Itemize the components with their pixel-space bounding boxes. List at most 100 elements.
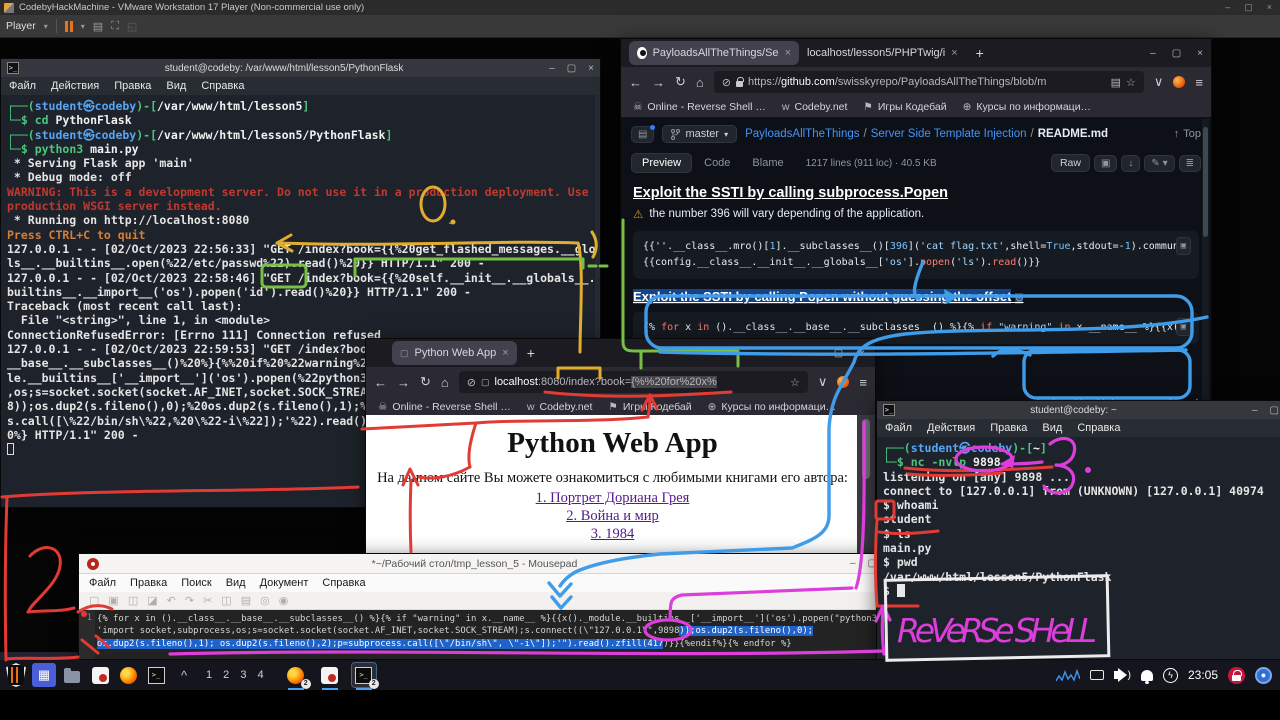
back-icon[interactable]: ← <box>374 375 387 390</box>
breadcrumb-folder[interactable]: Server Side Template Injection <box>871 128 1027 140</box>
mousepad-titlebar[interactable]: *~/Рабочий стол/tmp_lesson_5 - Mousepad … <box>79 554 885 574</box>
code-block-subprocess[interactable]: ▣{{''.__class__.mro()[1].__subclasses__(… <box>633 231 1199 279</box>
home-icon[interactable]: ⌂ <box>696 75 704 90</box>
bookmark-item[interactable]: ⚑Игры Кодебай <box>608 401 691 413</box>
mousepad-editor[interactable]: 1 {% for x in ().__class__.__base__.__su… <box>79 610 885 659</box>
copy-icon[interactable]: ▣ <box>1176 237 1191 255</box>
ctrl-alt-del-icon[interactable]: ▤ <box>93 20 103 33</box>
minimize-button[interactable]: – <box>1252 405 1258 416</box>
sidebar-toggle-icon[interactable]: ▤ <box>631 126 654 143</box>
menu-item[interactable]: Документ <box>260 577 309 589</box>
firefox-launcher[interactable] <box>116 663 140 687</box>
reader-view-icon[interactable]: ▤ <box>1111 76 1121 89</box>
suspend-button[interactable] <box>65 21 73 32</box>
minimize-button[interactable]: – <box>850 558 856 569</box>
terminal2-titlebar[interactable]: >_ student@codeby: ~ – ▢ <box>877 401 1280 419</box>
back-icon[interactable]: ← <box>629 75 642 90</box>
bookmark-item[interactable]: ☠Online - Reverse Shell … <box>633 101 766 113</box>
kali-menu[interactable] <box>4 663 28 687</box>
cut-icon[interactable]: ✂ <box>203 594 212 607</box>
menu-item[interactable]: Действия <box>51 80 99 92</box>
home-icon[interactable]: ⌂ <box>441 375 449 390</box>
reload-icon[interactable]: ↻ <box>420 374 431 390</box>
file-manager[interactable]: ▦ <box>32 663 56 687</box>
window-mousepad[interactable] <box>318 663 342 687</box>
top-link[interactable]: Top <box>1183 128 1201 140</box>
open-file-icon[interactable]: ▣ <box>108 594 118 607</box>
undo-icon[interactable]: ↶ <box>167 594 176 607</box>
minimize-button[interactable]: – <box>549 63 555 74</box>
copy-icon[interactable]: ▣ <box>1176 318 1191 336</box>
copy-icon[interactable]: ◫ <box>221 594 231 607</box>
outline-icon[interactable]: ≣ <box>1179 155 1201 172</box>
close-button[interactable]: × <box>588 63 594 74</box>
save-as-icon[interactable]: ◪ <box>147 594 157 607</box>
menu-item[interactable]: Справка <box>1077 422 1120 434</box>
menu-item[interactable]: Справка <box>322 577 365 589</box>
menu-item[interactable]: Файл <box>885 422 912 434</box>
bookmark-star-icon[interactable]: ☆ <box>1126 76 1136 89</box>
menu-item[interactable]: Вид <box>166 80 186 92</box>
display-icon[interactable] <box>1090 670 1104 680</box>
maximize-button[interactable]: ▢ <box>567 63 576 74</box>
reload-icon[interactable]: ↻ <box>675 74 686 90</box>
notifications-bell-icon[interactable] <box>1141 670 1153 681</box>
updater-icon[interactable]: ● <box>1255 667 1272 684</box>
menu-item[interactable]: Правка <box>990 422 1027 434</box>
bookmark-item[interactable]: wCodeby.net <box>782 101 848 113</box>
maximize-button[interactable]: ▢ <box>1172 48 1181 59</box>
menu-item[interactable]: Правка <box>114 80 151 92</box>
menu-item[interactable]: Правка <box>130 577 167 589</box>
menu-item[interactable]: Справка <box>201 80 244 92</box>
close-button[interactable]: × <box>1197 48 1203 59</box>
url-bar[interactable]: ⊘ ▢ localhost:8080/index?book={%%20for%2… <box>459 371 808 393</box>
tab-close-icon[interactable]: × <box>951 47 957 59</box>
vmware-maximize-button[interactable]: ▢ <box>1244 2 1253 13</box>
tab-preview[interactable]: Preview <box>631 153 692 173</box>
replace-icon[interactable]: ◉ <box>279 594 289 607</box>
screen-lock-icon[interactable] <box>1228 667 1245 684</box>
breadcrumb-repo[interactable]: PayloadsAllTheThings <box>745 128 859 140</box>
mousepad-launcher[interactable] <box>88 663 112 687</box>
copy-raw-icon[interactable]: ▣ <box>1094 155 1117 172</box>
tab-close-icon[interactable]: × <box>502 347 508 359</box>
power-icon[interactable]: ϟ <box>1163 668 1178 683</box>
minimize-button[interactable]: – <box>812 348 818 359</box>
extension-icon[interactable] <box>1173 76 1185 88</box>
new-tab-button[interactable]: + <box>527 345 535 361</box>
find-icon[interactable]: ◎ <box>260 594 270 607</box>
menu-hamburger-icon[interactable]: ≡ <box>1195 75 1203 90</box>
anchor-link-icon[interactable]: ⊙ <box>1015 293 1023 304</box>
tab-python-web-app[interactable]: ▢ Python Web App × <box>392 341 517 365</box>
player-menu-caret-icon[interactable]: ▾ <box>44 22 48 31</box>
tab-blame[interactable]: Blame <box>742 154 793 172</box>
new-file-icon[interactable]: ▢ <box>89 594 99 607</box>
menu-item[interactable]: Вид <box>1042 422 1062 434</box>
menu-item[interactable]: Файл <box>9 80 36 92</box>
menu-hamburger-icon[interactable]: ≡ <box>859 375 867 390</box>
download-icon[interactable]: ↓ <box>1121 155 1140 172</box>
new-tab-button[interactable]: + <box>976 45 984 61</box>
window-terminal[interactable]: >_2 <box>352 663 376 687</box>
maximize-button[interactable]: ▢ <box>834 348 843 359</box>
volume-icon[interactable]: ) <box>1114 668 1131 682</box>
raw-button[interactable]: Raw <box>1051 154 1090 172</box>
paste-icon[interactable]: ▤ <box>241 594 251 607</box>
vmware-close-button[interactable]: × <box>1267 2 1272 13</box>
redo-icon[interactable]: ↷ <box>185 594 194 607</box>
tab-close-icon[interactable]: × <box>785 47 791 59</box>
close-button[interactable]: × <box>859 348 865 359</box>
url-bar[interactable]: ⊘ https://github.com/swisskyrepo/Payload… <box>714 71 1144 93</box>
branch-select[interactable]: master ▾ <box>662 125 737 143</box>
suspend-caret-icon[interactable]: ▾ <box>81 22 85 31</box>
window-firefox[interactable]: 2 <box>284 663 308 687</box>
menu-item[interactable]: Файл <box>89 577 116 589</box>
menu-item[interactable]: Поиск <box>181 577 211 589</box>
bookmark-star-icon[interactable]: ☆ <box>790 376 800 389</box>
bookmark-item[interactable]: ☠Online - Reverse Shell … <box>378 401 511 413</box>
tab-payloadsallthethings[interactable]: PayloadsAllTheThings/Se × <box>629 41 799 65</box>
menu-item[interactable]: Действия <box>927 422 975 434</box>
folder-shortcut[interactable] <box>60 663 84 687</box>
menu-item[interactable]: Вид <box>226 577 246 589</box>
pocket-icon[interactable]: ∨ <box>1154 74 1164 90</box>
